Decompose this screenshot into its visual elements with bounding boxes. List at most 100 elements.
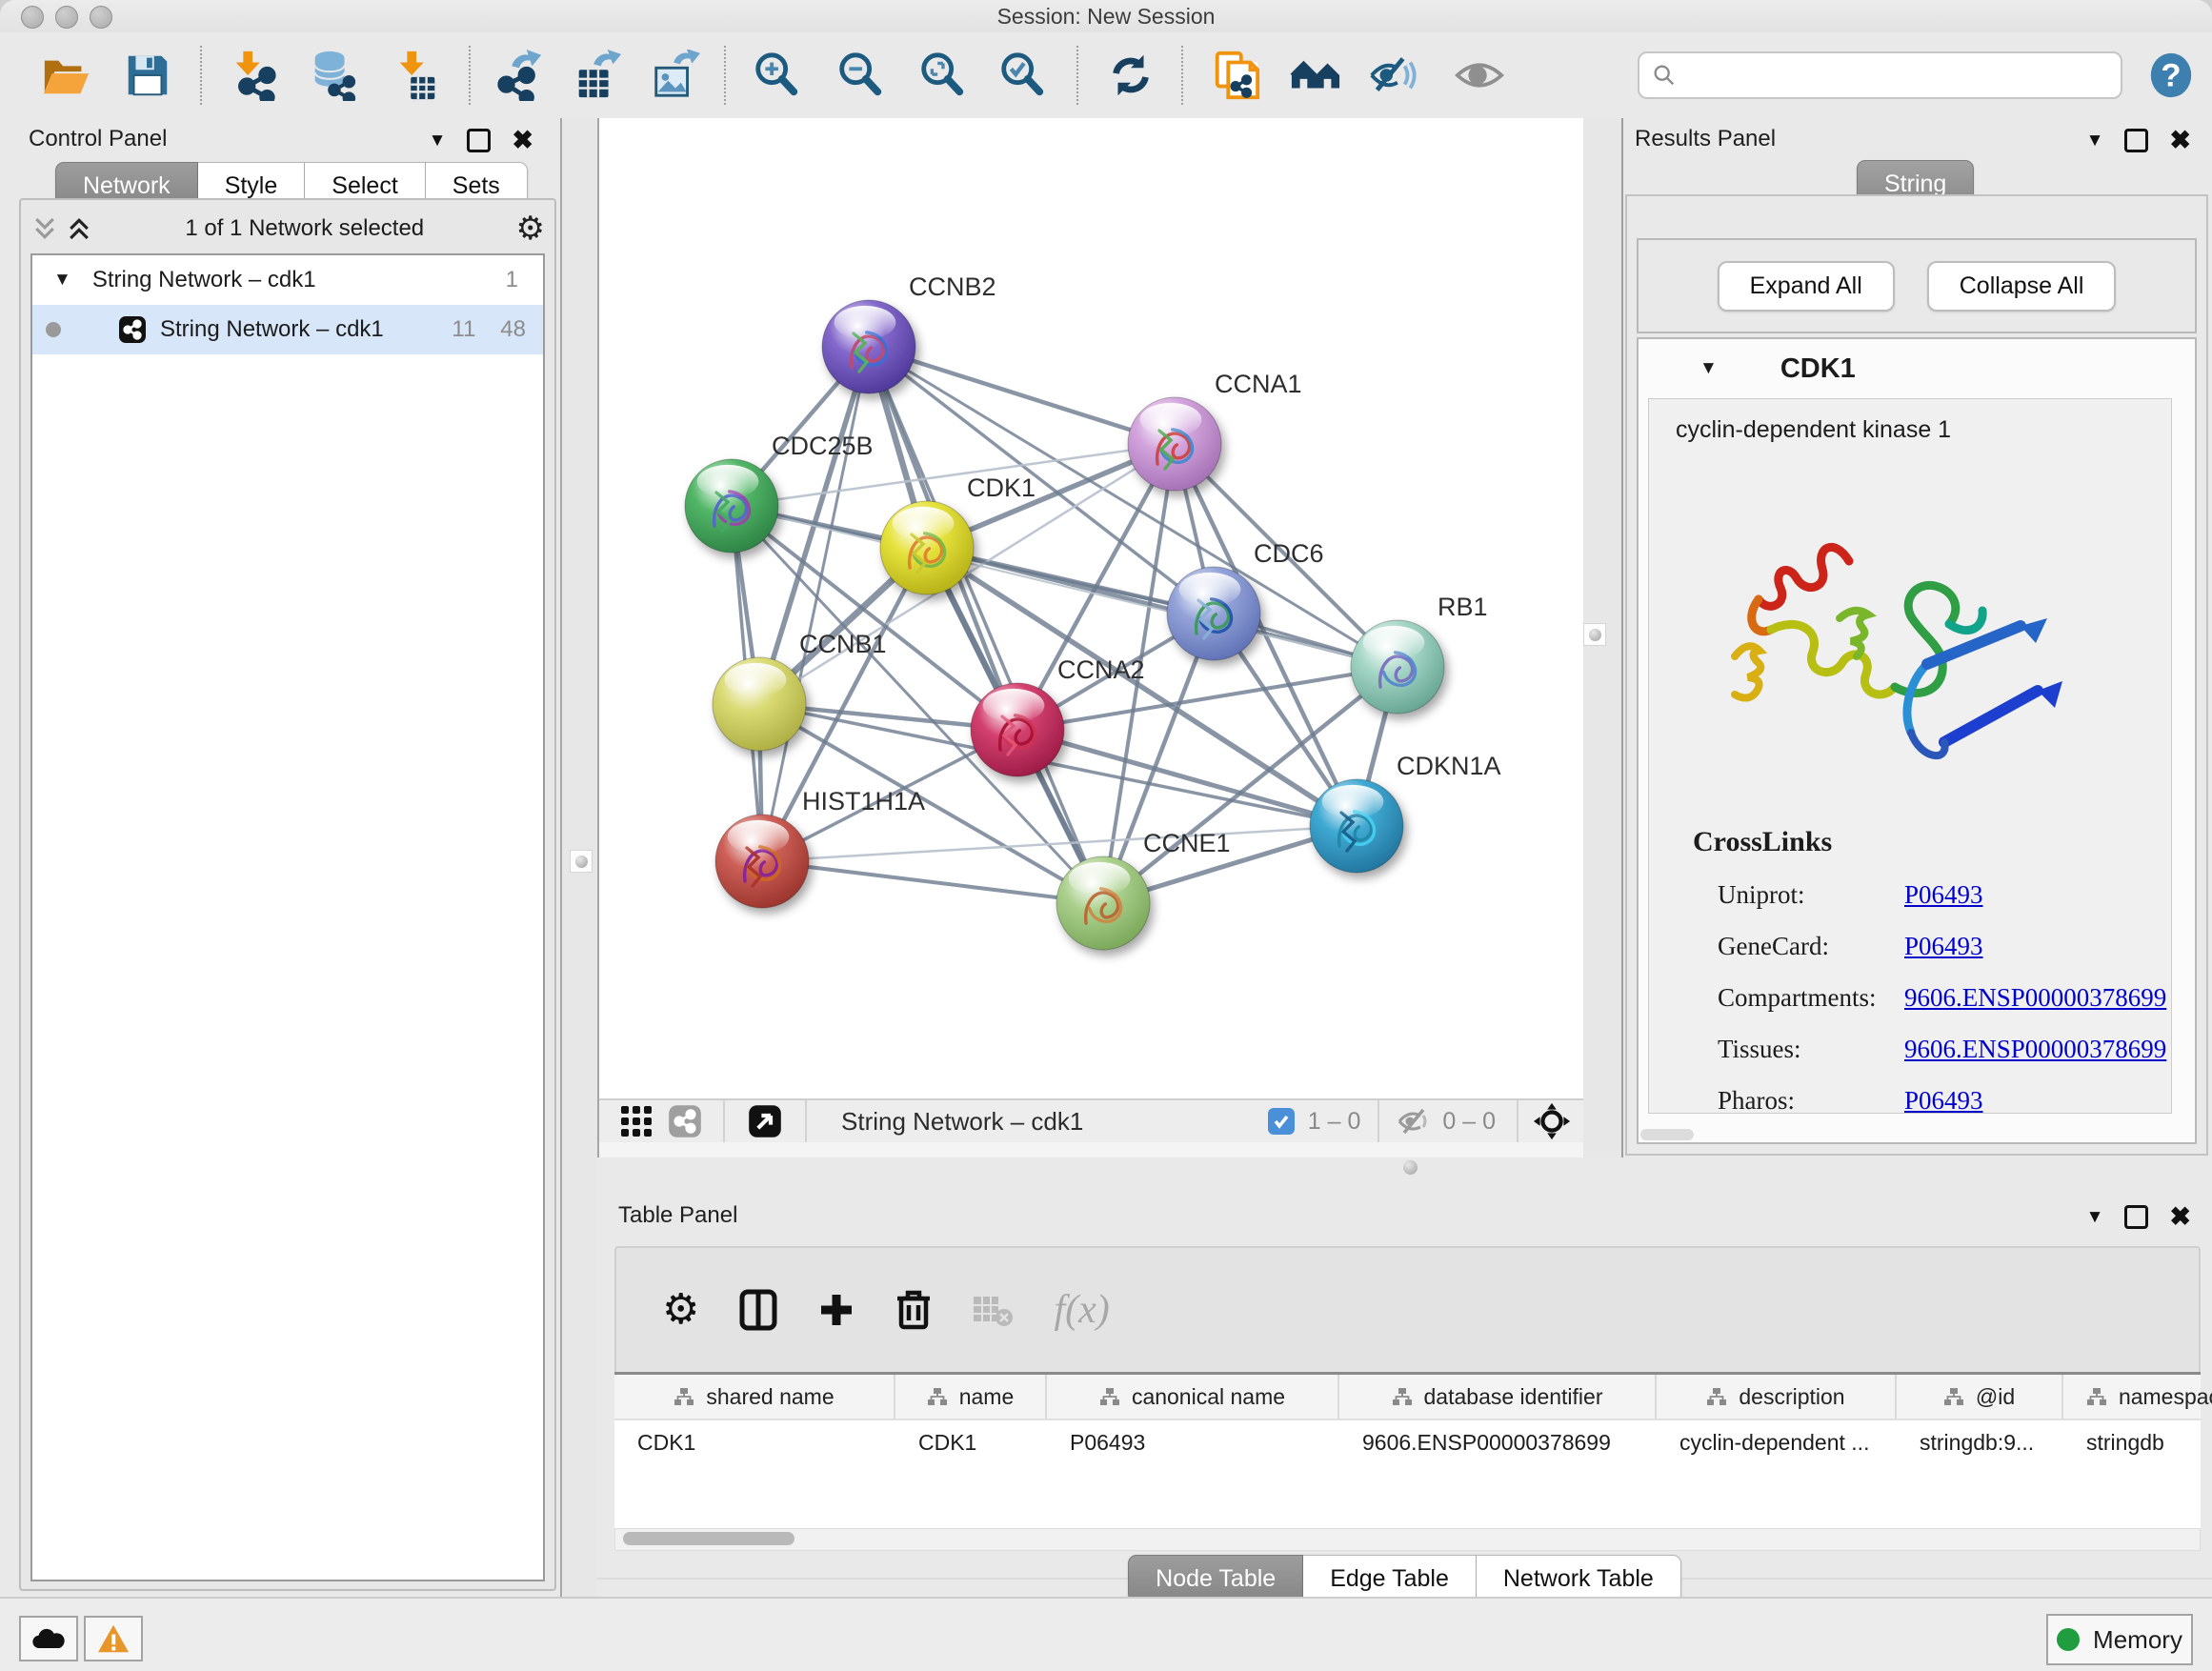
table-cell[interactable]: stringdb:9... <box>1897 1420 2063 1464</box>
export-network-icon[interactable] <box>492 48 547 103</box>
table-cell[interactable]: 9606.ENSP00000378699 <box>1339 1420 1657 1464</box>
zoom-selected-icon[interactable] <box>995 48 1050 103</box>
close-panel-icon[interactable]: ✖ <box>2169 1204 2191 1230</box>
table-cell[interactable]: CDK1 <box>614 1420 895 1464</box>
tab-node-table[interactable]: Node Table <box>1128 1555 1303 1602</box>
import-network-file-icon[interactable] <box>225 48 280 103</box>
panel-menu-icon[interactable]: ▼ <box>2086 131 2104 151</box>
expand-all-networks-icon[interactable] <box>65 214 93 243</box>
column-header-shared-name[interactable]: shared name <box>614 1375 895 1419</box>
graph-node-CDC25B[interactable]: CDC25B <box>685 432 874 553</box>
search-input[interactable] <box>1685 61 2121 90</box>
right-splitter[interactable] <box>1583 118 1621 1158</box>
export-table-icon[interactable] <box>570 48 625 103</box>
graph-node-RB1[interactable]: RB1 <box>1351 593 1488 714</box>
panel-menu-icon[interactable]: ▼ <box>429 131 447 151</box>
left-splitter-handle[interactable] <box>570 850 593 873</box>
crosslink-value-link[interactable]: 9606.ENSP00000378699 <box>1904 983 2166 1013</box>
graph-node-CDKN1A[interactable]: CDKN1A <box>1310 752 1501 873</box>
network-options-gear-icon[interactable]: ⚙ <box>516 212 545 245</box>
collection-expander-icon[interactable]: ▼ <box>53 270 71 291</box>
panel-menu-icon[interactable]: ▼ <box>2086 1207 2104 1228</box>
refresh-icon[interactable] <box>1103 48 1158 103</box>
left-splitter[interactable] <box>560 118 599 1597</box>
crosslink-value-link[interactable]: 9606.ENSP00000378699 <box>1904 1035 2166 1064</box>
table-cell[interactable]: CDK1 <box>895 1420 1047 1464</box>
results-scrollbar[interactable] <box>1640 1129 1694 1140</box>
graph-node-CDK1[interactable]: CDK1 <box>880 473 1036 594</box>
graph-node-CCNE1[interactable]: CCNE1 <box>1056 829 1231 950</box>
grid-view-icon[interactable] <box>620 1105 653 1137</box>
table-scrollbar-thumb[interactable] <box>623 1532 794 1545</box>
crosslink-value-link[interactable]: P06493 <box>1904 932 1983 961</box>
close-panel-icon[interactable]: ✖ <box>2169 128 2191 153</box>
graph-node-CCNA1[interactable]: CCNA1 <box>1128 370 1302 491</box>
search-box[interactable] <box>1638 51 2122 99</box>
column-header-canonical-name[interactable]: canonical name <box>1047 1375 1339 1419</box>
delete-table-icon <box>972 1293 1014 1327</box>
zoom-fit-icon[interactable] <box>915 48 970 103</box>
gene-section-header[interactable]: ▼ CDK1 <box>1639 339 2195 398</box>
hide-selected-eye-icon[interactable] <box>1366 48 1421 103</box>
table-cell[interactable]: stringdb <box>2063 1420 2212 1464</box>
column-header-name[interactable]: name <box>895 1375 1047 1419</box>
birdseye-view-icon[interactable] <box>748 1104 782 1138</box>
network-graph[interactable]: CCNB2CCNA1CDC25BCDK1CDC6RB1CCNB1CCNA2CDK… <box>599 118 1583 1098</box>
table-horizontal-scrollbar[interactable] <box>614 1528 2201 1551</box>
horizontal-splitter[interactable] <box>597 1158 2212 1176</box>
network-collection-row[interactable]: ▼ String Network – cdk1 1 <box>32 255 543 305</box>
table-cell[interactable]: P06493 <box>1047 1420 1339 1464</box>
zoom-out-icon[interactable] <box>833 48 888 103</box>
float-panel-icon[interactable] <box>2124 129 2148 152</box>
table-row[interactable]: CDK1CDK1P064939606.ENSP00000378699cyclin… <box>614 1420 2201 1464</box>
table-cell[interactable]: cyclin-dependent ... <box>1657 1420 1897 1464</box>
save-session-icon[interactable] <box>120 48 175 103</box>
tab-edge-table[interactable]: Edge Table <box>1303 1555 1477 1602</box>
expand-all-button[interactable]: Expand All <box>1718 261 1895 312</box>
column-header-namespac[interactable]: namespac <box>2063 1375 2212 1419</box>
export-image-icon[interactable] <box>648 48 703 103</box>
network-row-selected[interactable]: String Network – cdk1 11 48 <box>32 305 543 354</box>
tab-network-table[interactable]: Network Table <box>1477 1555 1681 1602</box>
network-canvas[interactable]: CCNB2CCNA1CDC25BCDK1CDC6RB1CCNB1CCNA2CDK… <box>597 118 1585 1158</box>
graph-node-HIST1H1A[interactable]: HIST1H1A <box>715 787 925 908</box>
show-eye-icon[interactable] <box>1452 48 1507 103</box>
collapse-all-networks-icon[interactable] <box>30 214 59 243</box>
collapse-all-button[interactable]: Collapse All <box>1927 261 2117 312</box>
import-table-file-icon[interactable] <box>389 48 444 103</box>
show-column-icon[interactable] <box>739 1289 777 1331</box>
float-panel-icon[interactable] <box>467 129 491 152</box>
open-session-icon[interactable] <box>38 48 93 103</box>
network-view-icon[interactable] <box>668 1104 702 1138</box>
network-type-icon <box>118 315 147 344</box>
float-panel-icon[interactable] <box>2124 1205 2148 1229</box>
graph-node-CCNB1[interactable]: CCNB1 <box>713 630 887 751</box>
selected-checkbox-icon[interactable] <box>1268 1108 1295 1135</box>
right-splitter-handle[interactable] <box>1583 623 1606 646</box>
crosslink-value-link[interactable]: P06493 <box>1904 880 1983 910</box>
cloud-button[interactable] <box>19 1616 78 1661</box>
column-header--id[interactable]: @id <box>1897 1375 2063 1419</box>
column-header-database-identifier[interactable]: database identifier <box>1339 1375 1657 1419</box>
crosslink-value-link[interactable]: P06493 <box>1904 1086 1983 1116</box>
window-title: Session: New Session <box>0 4 2212 30</box>
horizontal-splitter-handle[interactable] <box>1403 1160 1418 1175</box>
attribute-settings-gear-icon[interactable]: ⚙ <box>662 1289 699 1331</box>
help-icon[interactable]: ? <box>2143 48 2199 103</box>
create-column-icon[interactable] <box>817 1291 855 1329</box>
warning-button[interactable] <box>84 1616 143 1661</box>
node-table[interactable]: shared name name canonical namedatabase id… <box>614 1372 2201 1531</box>
graph-node-CCNB2[interactable]: CCNB2 <box>822 272 996 393</box>
column-header-label: name <box>959 1384 1015 1410</box>
column-header-description[interactable]: description <box>1657 1375 1897 1419</box>
results-scroll-area[interactable]: ▼ CDK1 cyclin-dependent kinase 1 <box>1637 337 2197 1144</box>
fit-selected-crosshair-icon[interactable] <box>1532 1101 1572 1141</box>
houses-icon[interactable] <box>1288 48 1343 103</box>
close-panel-icon[interactable]: ✖ <box>512 128 533 153</box>
memory-button[interactable]: Memory <box>2046 1614 2193 1665</box>
gene-expander-icon[interactable]: ▼ <box>1699 358 1718 379</box>
zoom-in-icon[interactable] <box>749 48 804 103</box>
import-network-database-icon[interactable] <box>305 48 360 103</box>
delete-column-icon[interactable] <box>895 1289 932 1331</box>
duplicate-network-icon[interactable] <box>1208 48 1263 103</box>
